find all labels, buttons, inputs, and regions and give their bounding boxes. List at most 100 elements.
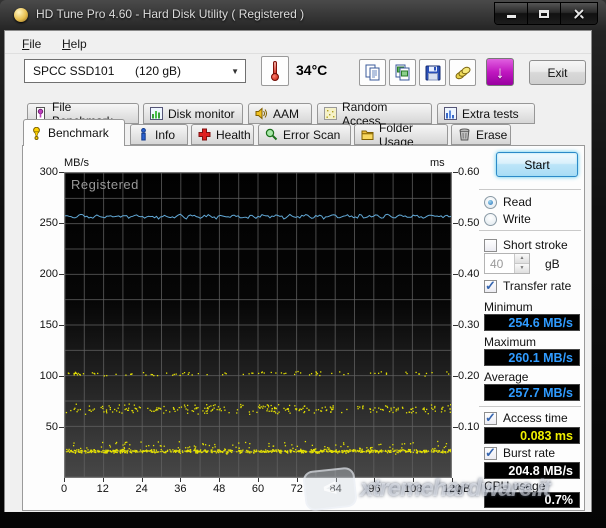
- chevron-down-icon: ▼: [231, 67, 239, 76]
- tab-health[interactable]: Health: [191, 124, 254, 145]
- axis-tick: 0.40: [458, 268, 479, 280]
- drive-name: SPCC SSD101: [33, 64, 135, 78]
- info-icon: [137, 128, 150, 141]
- axis-tick: [59, 223, 64, 224]
- download-icon: ↓: [496, 64, 505, 81]
- radio-icon: [484, 196, 497, 209]
- axis-tick: [453, 325, 458, 326]
- magnifier-icon: [265, 128, 278, 141]
- tab-label: Erase: [476, 128, 507, 142]
- start-button[interactable]: Start: [496, 152, 578, 177]
- separator: [479, 230, 581, 231]
- axis-tick: 300: [36, 166, 58, 178]
- menu-file[interactable]: File: [18, 36, 45, 52]
- burst-rate-checkbox[interactable]: ✓ Burst rate: [484, 446, 555, 460]
- tab-label: Error Scan: [283, 128, 340, 142]
- window-controls: [494, 2, 598, 25]
- close-button[interactable]: [561, 3, 597, 24]
- tab-label: Info: [155, 128, 175, 142]
- benchmark-icon: [30, 127, 43, 140]
- access-time-checkbox[interactable]: ✓ Access time: [484, 411, 568, 425]
- read-label: Read: [503, 195, 532, 209]
- disk-monitor-icon: [150, 107, 163, 120]
- exit-button[interactable]: Exit: [529, 60, 586, 85]
- save-button[interactable]: [419, 59, 446, 86]
- access-time-label: Access time: [503, 411, 568, 425]
- spin-down-icon[interactable]: ▼: [515, 264, 529, 273]
- axis-tick: 250: [36, 217, 58, 229]
- axis-tick: 60: [244, 483, 272, 495]
- axis-tick: 48: [205, 483, 233, 495]
- axis-tick: 150: [36, 319, 58, 331]
- tab-info[interactable]: Info: [130, 124, 188, 145]
- read-radio[interactable]: Read: [484, 195, 532, 209]
- axis-tick: 12: [89, 483, 117, 495]
- axis-tick: [64, 478, 65, 482]
- axis-tick: [374, 478, 375, 482]
- axis-tick: [59, 325, 64, 326]
- tab-extra-tests[interactable]: Extra tests: [437, 103, 535, 124]
- stroke-size-stepper[interactable]: 40 ▲ ▼: [484, 253, 530, 274]
- axis-tick: [258, 478, 259, 482]
- speaker-icon: [255, 107, 268, 120]
- copy-screenshot-button[interactable]: [389, 59, 416, 86]
- transfer-rate-checkbox[interactable]: ✓ Transfer rate: [484, 279, 571, 293]
- stroke-size-value: 40: [485, 254, 514, 273]
- app-icon: [14, 8, 28, 22]
- axis-tick: [103, 478, 104, 482]
- short-stroke-checkbox[interactable]: ✓ Short stroke: [484, 238, 568, 252]
- options-button[interactable]: [449, 59, 476, 86]
- write-radio[interactable]: Write: [484, 212, 531, 226]
- checkbox-icon: ✓: [484, 447, 497, 460]
- axis-tick: 120: [438, 483, 466, 495]
- axis-tick: [336, 478, 337, 482]
- spinner-buttons[interactable]: ▲ ▼: [514, 254, 529, 273]
- drive-selector[interactable]: SPCC SSD101 (120 gB) ▼: [24, 59, 246, 83]
- axis-tick: [219, 478, 220, 482]
- temperature-button[interactable]: [261, 56, 289, 86]
- menu-help[interactable]: Help: [58, 36, 91, 52]
- axis-tick: [453, 274, 458, 275]
- spin-up-icon[interactable]: ▲: [515, 254, 529, 264]
- checkbox-icon: ✓: [484, 280, 497, 293]
- axis-tick: [59, 274, 64, 275]
- axis-tick: 0.50: [458, 217, 479, 229]
- tab-folder-usage[interactable]: Folder Usage: [354, 124, 448, 145]
- options-icon: [454, 64, 472, 82]
- access-time-value: 0.083 ms: [484, 427, 580, 444]
- axis-tick: 0: [50, 483, 78, 495]
- axis-tick: 24: [128, 483, 156, 495]
- menubar-divider: [5, 53, 591, 54]
- update-button[interactable]: ↓: [486, 58, 514, 86]
- copy-text-button[interactable]: [359, 59, 386, 86]
- maximum-value: 260.1 MB/s: [484, 349, 580, 366]
- cpu-usage-label: CPU usage: [484, 479, 545, 493]
- axis-tick: [453, 427, 458, 428]
- extra-tests-icon: [444, 107, 457, 120]
- radio-icon: [484, 213, 497, 226]
- title-bar[interactable]: HD Tune Pro 4.60 - Hard Disk Utility ( R…: [0, 0, 606, 30]
- tab-error-scan[interactable]: Error Scan: [258, 124, 351, 145]
- axis-tick: 100: [36, 370, 58, 382]
- tab-benchmark[interactable]: Benchmark: [23, 119, 125, 146]
- axis-tick: 200: [36, 268, 58, 280]
- tab-label: Disk monitor: [168, 107, 235, 121]
- tab-erase[interactable]: Erase: [451, 124, 511, 145]
- short-stroke-label: Short stroke: [503, 238, 568, 252]
- axis-tick: [59, 427, 64, 428]
- maximize-button[interactable]: [528, 3, 561, 24]
- app-window: HD Tune Pro 4.60 - Hard Disk Utility ( R…: [0, 0, 606, 528]
- tab-aam[interactable]: AAM: [248, 103, 312, 124]
- axis-tick: 36: [166, 483, 194, 495]
- checkbox-icon: ✓: [484, 412, 497, 425]
- axis-tick: [59, 172, 64, 173]
- axis-tick: [453, 223, 458, 224]
- tab-disk-monitor[interactable]: Disk monitor: [143, 103, 243, 124]
- tab-label: AAM: [273, 107, 299, 121]
- tab-label: Benchmark: [48, 126, 109, 140]
- minimize-button[interactable]: [495, 3, 528, 24]
- axis-tick: 0.30: [458, 319, 479, 331]
- axis-tick: [452, 478, 453, 482]
- separator: [479, 189, 581, 190]
- start-label: Start: [524, 158, 549, 172]
